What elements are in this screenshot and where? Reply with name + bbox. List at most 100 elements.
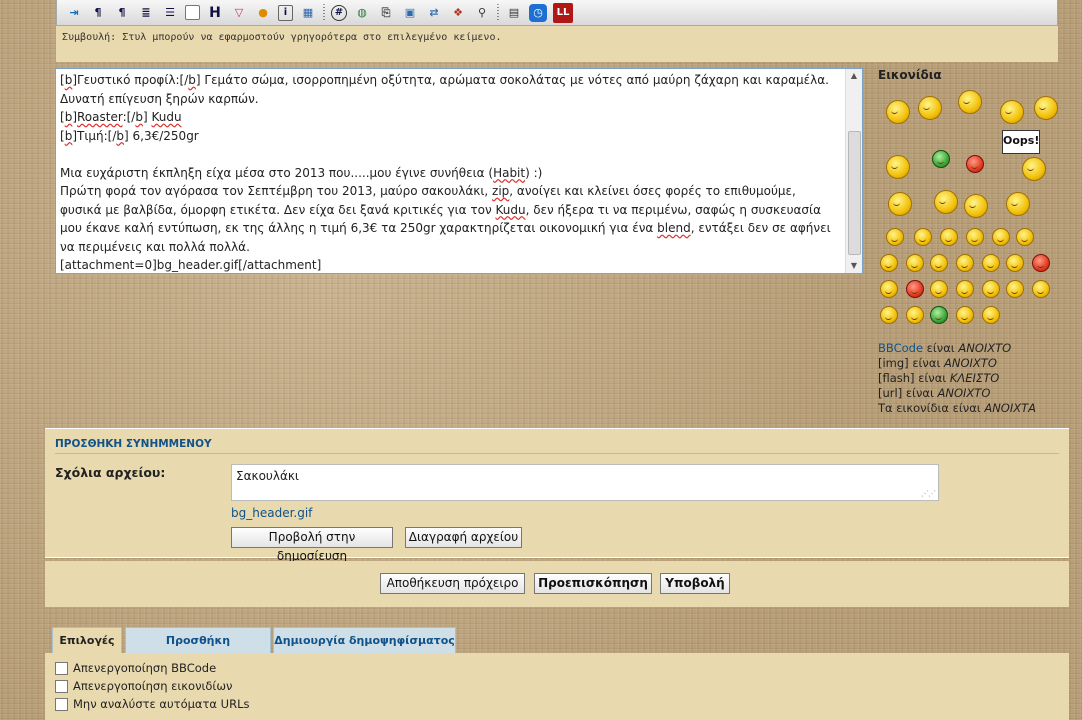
save-draft-button[interactable]: Αποθήκευση πρόχειρο	[380, 573, 525, 594]
blank-icon[interactable]	[185, 5, 200, 20]
smiley-icon[interactable]	[934, 190, 958, 214]
smiley-icon[interactable]	[1032, 280, 1050, 298]
disable-bbcode-checkbox[interactable]	[55, 661, 68, 675]
film-icon[interactable]: ▤	[505, 4, 523, 22]
smiley-icon[interactable]	[886, 155, 910, 179]
smiley-icon[interactable]	[886, 100, 910, 124]
smiley-icon[interactable]	[906, 254, 924, 272]
option-disable-urls[interactable]: Μην αναλύστε αυτόματα URLs	[55, 697, 249, 711]
tab-add-attachment[interactable]: Προσθήκη συνημμένου	[125, 627, 271, 673]
flash-status: [flash] είναι ΚΛΕΙΣΤΟ	[878, 371, 1000, 385]
info-icon[interactable]: i	[278, 4, 293, 21]
paragraph-icon[interactable]: ¶	[89, 4, 107, 22]
misspelled-word: b	[116, 128, 125, 143]
list-ordered-icon[interactable]: ☰	[161, 4, 179, 22]
smiley-icon[interactable]	[914, 228, 932, 246]
preview-button[interactable]: Προεπισκόπηση	[534, 573, 652, 594]
source-icon[interactable]: ⇥	[65, 4, 83, 22]
smiley-icon[interactable]	[966, 228, 984, 246]
tab-options[interactable]: Επιλογές	[52, 627, 122, 654]
smiley-icon[interactable]	[1006, 280, 1024, 298]
smiley-icon[interactable]	[982, 280, 1000, 298]
misspelled-word: Kudu	[495, 202, 526, 217]
editor-text-segment: ] Γεμάτο σώμα, ισορροπημένη οξύτητα, αρώ…	[195, 73, 829, 87]
smiley-icon[interactable]	[880, 306, 898, 324]
smiley-icon[interactable]	[906, 306, 924, 324]
smiley-icon[interactable]	[888, 192, 912, 216]
editor-line: Δυνατή επίγευση ξηρών καρπών.	[60, 90, 836, 109]
resize-grip-icon[interactable]: ⋰⋰	[921, 489, 936, 498]
file-comment-value[interactable]: Σακουλάκι	[236, 469, 299, 483]
smiley-icon[interactable]	[932, 150, 950, 168]
smiley-icon[interactable]	[1006, 192, 1030, 216]
place-inline-button[interactable]: Προβολή στην δημοσίευση	[231, 527, 393, 563]
scroll-thumb[interactable]	[848, 131, 861, 255]
smiley-icon[interactable]	[1032, 254, 1050, 272]
smiley-icon[interactable]	[930, 306, 948, 324]
option-disable-smilies[interactable]: Απενεργοποίηση εικονιδίων	[55, 679, 232, 693]
smiley-icon[interactable]	[964, 194, 988, 218]
oops-smiley[interactable]: Oops!	[1002, 130, 1040, 154]
globe-icon[interactable]: ◍	[353, 4, 371, 22]
editor-tip: Συμβουλή: Στυλ μπορούν να εφαρμοστούν γρ…	[62, 32, 502, 43]
image-icon[interactable]: ▣	[401, 4, 419, 22]
submit-button[interactable]: Υποβολή	[660, 573, 730, 594]
attachment-panel: ΠΡΟΣΘΗΚΗ ΣΥΝΗΜΜΕΝΟΥ Σχόλια αρχείου: Σακο…	[45, 428, 1069, 563]
scroll-down-icon[interactable]: ▼	[846, 259, 862, 273]
smiley-icon[interactable]	[1022, 157, 1046, 181]
smiley-icon[interactable]	[1000, 100, 1024, 124]
heading-icon[interactable]: H	[206, 4, 224, 22]
tab-create-poll[interactable]: Δημιουργία δημοψηφίσματος	[273, 627, 456, 653]
smiley-icon[interactable]	[982, 306, 1000, 324]
attach-icon[interactable]: ⎘	[377, 4, 395, 22]
smiley-icon[interactable]	[992, 228, 1010, 246]
smiley-icon[interactable]	[1016, 228, 1034, 246]
misspelled-word: blend	[657, 221, 691, 235]
editor-line: [attachment=0]bg_header.gif[/attachment]	[60, 256, 836, 273]
toolbar-separator	[497, 3, 499, 22]
smiley-icon[interactable]	[906, 280, 924, 298]
smiley-icon[interactable]	[956, 280, 974, 298]
disable-urls-checkbox[interactable]	[55, 697, 68, 711]
bookmark-icon[interactable]: ❖	[449, 4, 467, 22]
smiley-icon[interactable]	[956, 306, 974, 324]
file-comment-input[interactable]: Σακουλάκι ⋰⋰	[231, 464, 939, 501]
img-status: [img] είναι ΑΝΟΙΧΤΟ	[878, 356, 997, 370]
smiley-icon[interactable]	[982, 254, 1000, 272]
smiley-icon[interactable]	[880, 254, 898, 272]
editor-text-segment: ) :)	[525, 165, 543, 180]
logo-icon[interactable]: LL	[553, 2, 573, 23]
clock-icon[interactable]: ◷	[529, 3, 547, 22]
swap-icon[interactable]: ⇄	[425, 4, 443, 22]
smiley-icon[interactable]	[880, 280, 898, 298]
smiley-icon[interactable]	[940, 228, 958, 246]
search-icon[interactable]: ⚲	[473, 4, 491, 22]
bbcode-link[interactable]: BBCode	[878, 341, 923, 355]
hash-icon[interactable]: #	[331, 4, 347, 21]
triangle-icon[interactable]: ▽	[230, 4, 248, 22]
smiley-icon[interactable]	[1034, 96, 1058, 120]
smiley-icon[interactable]	[930, 280, 948, 298]
list-icon[interactable]: ≣	[137, 4, 155, 22]
misspelled-word: Habit	[493, 165, 526, 180]
option-disable-bbcode[interactable]: Απενεργοποίηση BBCode	[55, 661, 216, 675]
smiley-icon[interactable]	[956, 254, 974, 272]
scroll-up-icon[interactable]: ▲	[846, 69, 862, 83]
smiley-icon[interactable]	[958, 90, 982, 114]
smiley-icon[interactable]	[930, 254, 948, 272]
disable-smilies-checkbox[interactable]	[55, 679, 68, 693]
message-text[interactable]: [b]Γευστικό προφίλ:[/b] Γεμάτο σώμα, ισο…	[60, 71, 836, 273]
delete-file-button[interactable]: Διαγραφή αρχείου	[405, 527, 522, 548]
editor-scrollbar[interactable]: ▲ ▼	[845, 69, 862, 273]
paragraph-mark-icon[interactable]: ¶	[113, 4, 131, 22]
speech-bubble-icon[interactable]: ●	[254, 4, 272, 22]
message-textarea[interactable]: [b]Γευστικό προφίλ:[/b] Γεμάτο σώμα, ισο…	[55, 68, 863, 274]
attachment-file-link[interactable]: bg_header.gif	[231, 506, 312, 520]
smiley-icon[interactable]	[1006, 254, 1024, 272]
smiley-icon[interactable]	[918, 96, 942, 120]
smiley-icon[interactable]	[886, 228, 904, 246]
smiley-icon[interactable]	[966, 155, 984, 173]
editor-text-segment: Μια ευχάριστη έκπληξη είχα μέσα στο 2013…	[60, 165, 494, 180]
table-icon[interactable]: ▦	[299, 4, 317, 22]
editor-text-segment: :[/	[122, 110, 136, 124]
